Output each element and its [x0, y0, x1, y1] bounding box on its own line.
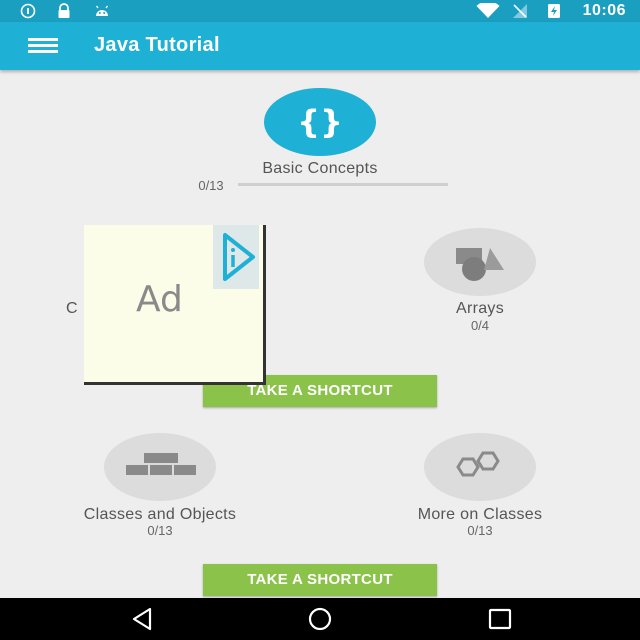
bricks-icon	[126, 453, 196, 475]
lesson-arrays-button[interactable]	[424, 228, 536, 296]
lesson-basic-concepts-progress: 0/13	[198, 178, 224, 193]
recents-icon[interactable]	[486, 606, 514, 632]
alarm-icon	[20, 3, 36, 19]
android-icon	[95, 5, 109, 16]
ad-choices-icon	[223, 233, 255, 281]
home-icon[interactable]	[306, 606, 334, 632]
status-time: 10:06	[582, 2, 626, 19]
app-title: Java Tutorial	[94, 34, 220, 56]
status-bar: 10:06	[0, 0, 640, 22]
lesson-classes-and-objects-progress: 0/13	[147, 523, 173, 538]
lesson-basic-concepts-label: Basic Concepts	[262, 160, 378, 177]
shapes-icon	[456, 248, 504, 281]
lesson-classes-and-objects-button[interactable]	[104, 433, 216, 501]
hamburger-menu-icon[interactable]	[28, 38, 58, 54]
no-signal-icon	[513, 4, 527, 18]
hexagons-icon	[456, 451, 500, 477]
wifi-icon	[476, 3, 500, 18]
navigation-bar	[0, 598, 640, 640]
back-icon[interactable]	[128, 606, 156, 632]
lesson-arrays-label: Arrays	[455, 300, 505, 317]
lesson-basic-concepts-button[interactable]: {}	[264, 88, 376, 156]
ad-label: Ad	[136, 279, 183, 320]
take-shortcut-button-2[interactable]: TAKE A SHORTCUT	[203, 564, 437, 596]
braces-icon: {}	[297, 103, 343, 141]
app-bar: Java Tutorial	[0, 22, 640, 70]
lock-icon	[58, 3, 70, 18]
battery-charging-icon	[548, 4, 560, 18]
lesson-classes-and-objects-label: Classes and Objects	[83, 506, 237, 523]
lesson-more-on-classes-progress: 0/13	[467, 523, 493, 538]
lesson-more-on-classes-button[interactable]	[424, 433, 536, 501]
lesson-c-label: C	[66, 300, 78, 317]
ad-banner[interactable]: Ad	[84, 225, 266, 385]
lesson-basic-concepts-progress-bar	[238, 183, 448, 186]
svg-text:{}: {}	[297, 103, 343, 141]
lesson-more-on-classes-label: More on Classes	[417, 506, 543, 523]
ad-choices-button[interactable]	[213, 225, 259, 289]
lesson-arrays-progress: 0/4	[470, 318, 490, 333]
